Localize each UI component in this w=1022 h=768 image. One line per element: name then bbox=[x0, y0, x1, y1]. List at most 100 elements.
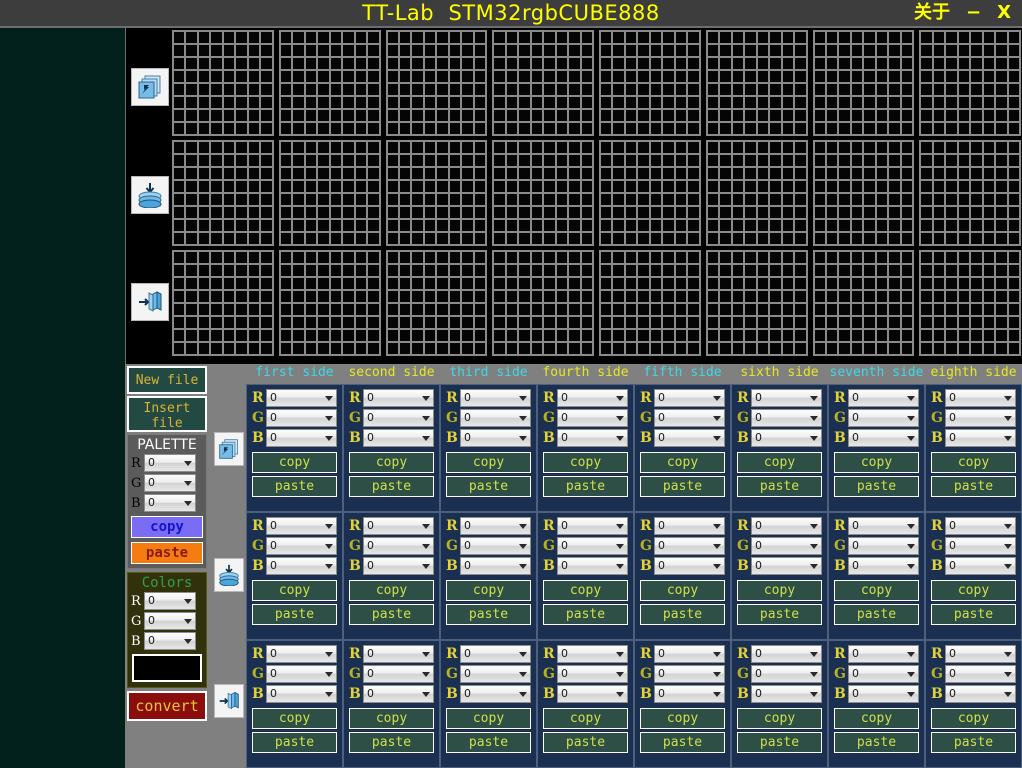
led-cell[interactable] bbox=[531, 71, 543, 82]
led-cell[interactable] bbox=[901, 291, 913, 302]
led-cell[interactable] bbox=[876, 278, 888, 289]
g-select[interactable]: 0 bbox=[363, 665, 434, 683]
led-cell[interactable] bbox=[223, 110, 235, 121]
palette-g-select[interactable]: 0 bbox=[144, 474, 196, 492]
led-cell[interactable] bbox=[946, 142, 957, 153]
led-cell[interactable] bbox=[355, 207, 367, 218]
led-cell[interactable] bbox=[355, 97, 367, 108]
led-cell[interactable] bbox=[958, 207, 970, 218]
led-cell[interactable] bbox=[236, 181, 247, 192]
led-cell[interactable] bbox=[745, 291, 756, 302]
led-cell[interactable] bbox=[387, 278, 398, 289]
led-cell[interactable] bbox=[368, 330, 379, 341]
led-cell[interactable] bbox=[556, 207, 568, 218]
led-cell[interactable] bbox=[745, 168, 756, 179]
led-cell[interactable] bbox=[795, 343, 806, 354]
led-cell[interactable] bbox=[663, 45, 674, 56]
led-cell[interactable] bbox=[343, 343, 354, 354]
led-cell[interactable] bbox=[638, 194, 649, 205]
led-cell[interactable] bbox=[248, 142, 260, 153]
led-cell[interactable] bbox=[946, 304, 957, 315]
led-cell[interactable] bbox=[387, 304, 398, 315]
led-cell[interactable] bbox=[399, 58, 411, 69]
paste-button[interactable]: paste bbox=[931, 732, 1016, 753]
led-cell[interactable] bbox=[851, 278, 863, 289]
led-block[interactable] bbox=[919, 140, 1021, 246]
led-cell[interactable] bbox=[688, 71, 699, 82]
led-cell[interactable] bbox=[663, 265, 674, 276]
led-cell[interactable] bbox=[174, 181, 185, 192]
led-cell[interactable] bbox=[889, 343, 900, 354]
led-cell[interactable] bbox=[474, 168, 486, 179]
led-cell[interactable] bbox=[826, 123, 838, 134]
led-cell[interactable] bbox=[494, 278, 505, 289]
led-cell[interactable] bbox=[933, 194, 945, 205]
led-cell[interactable] bbox=[399, 84, 411, 95]
led-cell[interactable] bbox=[248, 32, 260, 43]
led-cell[interactable] bbox=[745, 207, 756, 218]
led-block[interactable] bbox=[705, 30, 808, 136]
led-cell[interactable] bbox=[280, 207, 292, 218]
led-cell[interactable] bbox=[757, 207, 769, 218]
led-cell[interactable] bbox=[248, 58, 260, 69]
led-cell[interactable] bbox=[958, 58, 970, 69]
r-select[interactable]: 0 bbox=[751, 389, 822, 407]
led-cell[interactable] bbox=[424, 343, 436, 354]
led-cell[interactable] bbox=[198, 265, 210, 276]
b-select[interactable]: 0 bbox=[557, 429, 628, 447]
led-cell[interactable] bbox=[368, 291, 379, 302]
led-cell[interactable] bbox=[368, 58, 379, 69]
palette-copy-button[interactable]: copy bbox=[131, 516, 203, 538]
led-cell[interactable] bbox=[732, 168, 744, 179]
led-cell[interactable] bbox=[293, 123, 304, 134]
led-cell[interactable] bbox=[474, 32, 486, 43]
led-cell[interactable] bbox=[198, 123, 210, 134]
led-cell[interactable] bbox=[211, 233, 222, 244]
r-select[interactable]: 0 bbox=[266, 389, 337, 407]
led-cell[interactable] bbox=[921, 278, 932, 289]
led-cell[interactable] bbox=[625, 304, 637, 315]
led-cell[interactable] bbox=[343, 155, 354, 166]
led-grid[interactable] bbox=[172, 30, 1021, 362]
led-cell[interactable] bbox=[318, 207, 329, 218]
led-cell[interactable] bbox=[688, 32, 699, 43]
led-cell[interactable] bbox=[569, 142, 580, 153]
led-cell[interactable] bbox=[581, 123, 592, 134]
led-cell[interactable] bbox=[688, 207, 699, 218]
led-cell[interactable] bbox=[851, 142, 863, 153]
led-cell[interactable] bbox=[424, 252, 436, 263]
led-cell[interactable] bbox=[1008, 278, 1019, 289]
led-cell[interactable] bbox=[399, 233, 411, 244]
led-cell[interactable] bbox=[519, 233, 530, 244]
led-cell[interactable] bbox=[343, 168, 354, 179]
led-cell[interactable] bbox=[343, 123, 354, 134]
led-cell[interactable] bbox=[412, 71, 423, 82]
led-cell[interactable] bbox=[437, 168, 448, 179]
led-cell[interactable] bbox=[174, 97, 185, 108]
led-cell[interactable] bbox=[958, 291, 970, 302]
led-cell[interactable] bbox=[556, 97, 568, 108]
g-select[interactable]: 0 bbox=[945, 665, 1016, 683]
led-cell[interactable] bbox=[933, 45, 945, 56]
led-cell[interactable] bbox=[1008, 304, 1019, 315]
led-cell[interactable] bbox=[531, 207, 543, 218]
led-cell[interactable] bbox=[720, 207, 731, 218]
led-cell[interactable] bbox=[876, 45, 888, 56]
led-cell[interactable] bbox=[519, 110, 530, 121]
r-select[interactable]: 0 bbox=[945, 389, 1016, 407]
led-cell[interactable] bbox=[745, 71, 756, 82]
led-cell[interactable] bbox=[248, 123, 260, 134]
led-cell[interactable] bbox=[613, 233, 624, 244]
led-cell[interactable] bbox=[613, 84, 624, 95]
led-cell[interactable] bbox=[839, 181, 850, 192]
led-cell[interactable] bbox=[474, 142, 486, 153]
r-select[interactable]: 0 bbox=[460, 645, 531, 663]
led-cell[interactable] bbox=[901, 233, 913, 244]
paste-button[interactable]: paste bbox=[446, 732, 531, 753]
led-cell[interactable] bbox=[971, 207, 982, 218]
led-cell[interactable] bbox=[782, 278, 794, 289]
led-cell[interactable] bbox=[223, 97, 235, 108]
led-cell[interactable] bbox=[782, 97, 794, 108]
led-cell[interactable] bbox=[399, 123, 411, 134]
r-select[interactable]: 0 bbox=[266, 645, 337, 663]
